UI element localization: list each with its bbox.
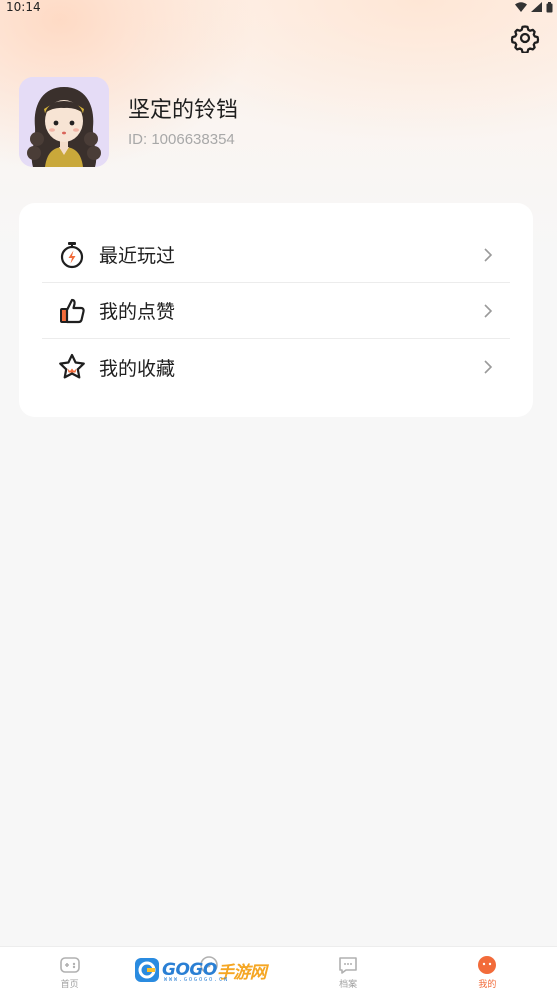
watermark-sub: WWW.GOGOGO.CN	[164, 977, 230, 983]
status-bar: 10:14	[0, 0, 557, 14]
star-icon	[56, 351, 88, 383]
menu-card: 最近玩过 我的点赞 我的收藏	[19, 203, 533, 417]
chevron-right-icon	[478, 303, 498, 319]
tab-label: 首页	[60, 980, 79, 990]
avatar-illustration	[19, 77, 109, 167]
stopwatch-icon	[56, 239, 88, 271]
tab-label: 我的	[478, 980, 497, 990]
status-icons	[515, 1, 553, 13]
battery-icon	[546, 1, 553, 12]
wifi-icon	[515, 2, 527, 12]
tab-home[interactable]: 首页	[0, 947, 139, 992]
bottom-tab-bar: 首页 档案 我的	[0, 946, 557, 992]
avatar[interactable]	[19, 77, 109, 167]
user-id: ID: 1006638354	[128, 131, 235, 148]
gear-icon	[510, 25, 540, 53]
settings-button[interactable]	[509, 22, 541, 54]
menu-item-label: 最近玩过	[99, 245, 176, 267]
chevron-right-icon	[478, 247, 498, 263]
chat-bubble-icon	[339, 957, 357, 974]
watermark-badge-icon	[135, 958, 159, 982]
tab-archive[interactable]: 档案	[279, 947, 418, 992]
profile-icon	[478, 956, 497, 974]
menu-item-my-likes[interactable]: 我的点赞	[42, 283, 510, 339]
tab-mine[interactable]: 我的	[418, 947, 557, 992]
menu-item-my-favorites[interactable]: 我的收藏	[42, 339, 510, 395]
tab-label: 档案	[339, 980, 358, 990]
watermark-logo: GOGO 手游网 WWW.GOGOGO.CN	[134, 955, 267, 985]
username: 坚定的铃铛	[128, 98, 239, 123]
menu-item-label: 我的收藏	[99, 357, 176, 380]
thumbs-up-icon	[56, 295, 88, 327]
menu-item-recently-played[interactable]: 最近玩过	[42, 227, 510, 283]
status-time: 10:14	[6, 0, 41, 14]
chevron-right-icon	[478, 359, 498, 375]
menu-item-label: 我的点赞	[99, 301, 176, 323]
gamepad-icon	[59, 957, 80, 973]
signal-icon	[531, 2, 542, 12]
